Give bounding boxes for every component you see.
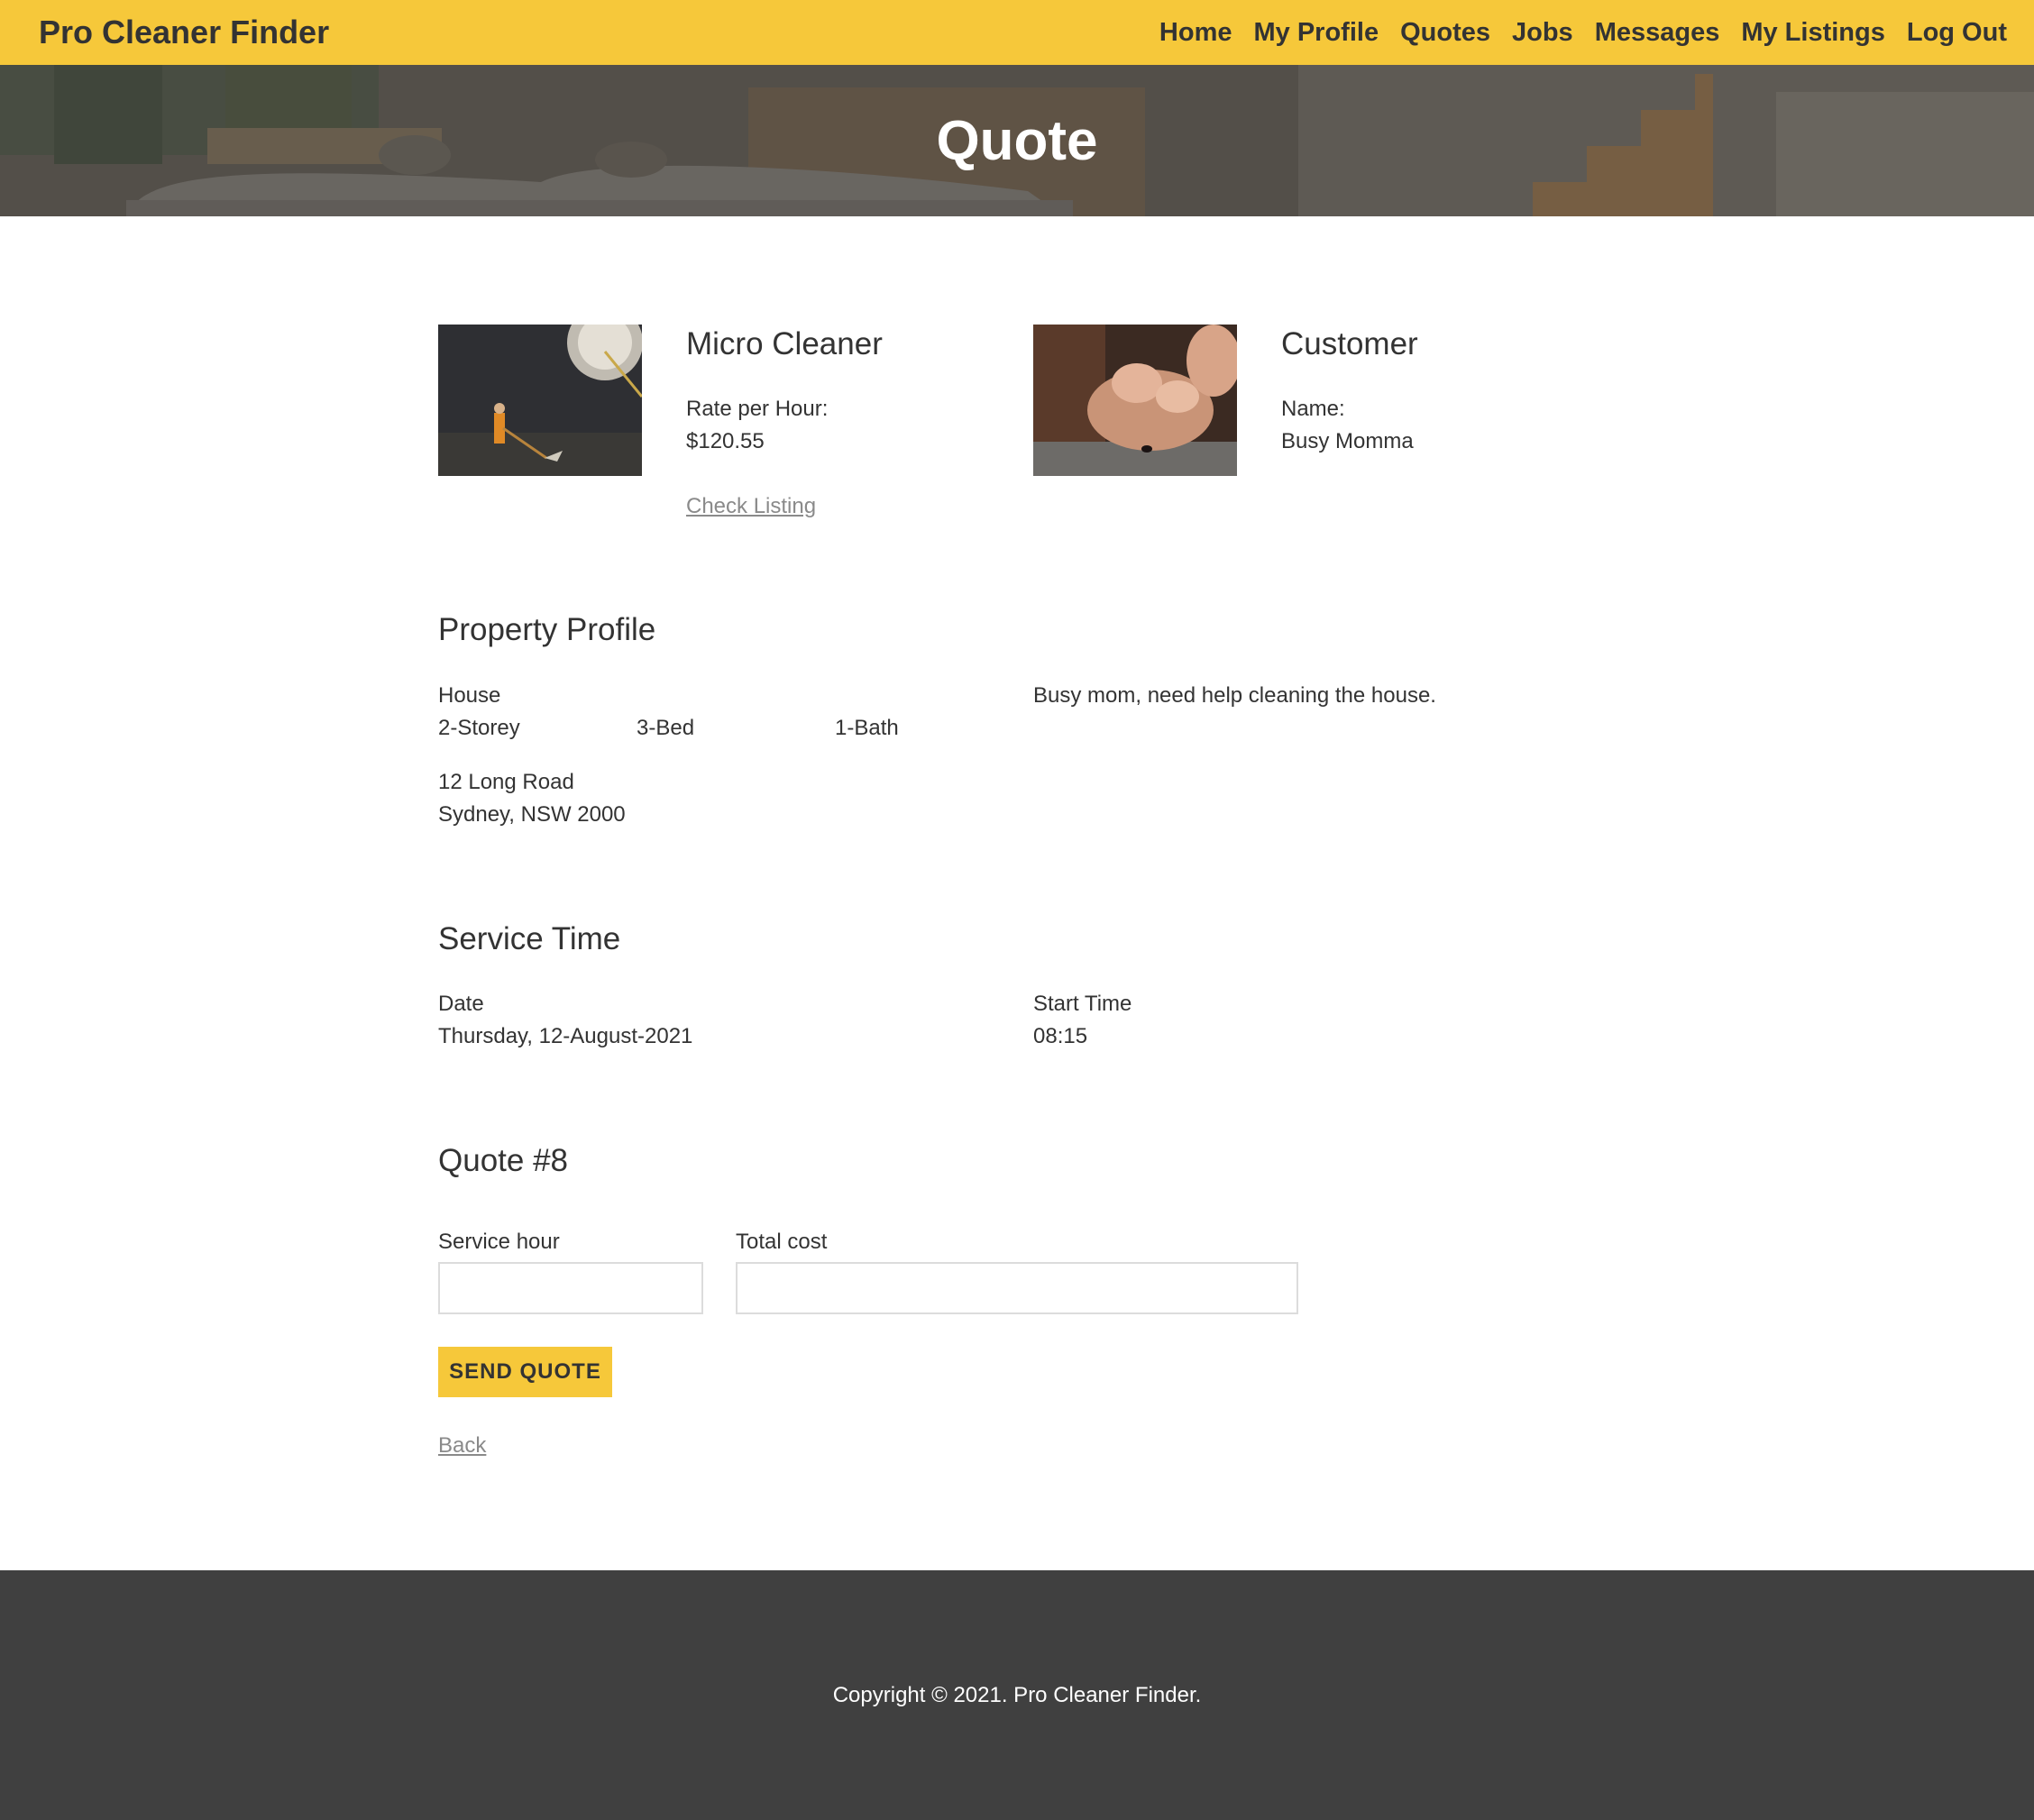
- customer-name-label: Name:: [1281, 397, 1345, 421]
- nav-my-listings[interactable]: My Listings: [1741, 18, 1885, 48]
- nav-quotes[interactable]: Quotes: [1400, 18, 1490, 48]
- baby-feet-image: [1033, 325, 1237, 476]
- brand-logo[interactable]: Pro Cleaner Finder: [39, 14, 329, 51]
- date-value: Thursday, 12-August-2021: [438, 1024, 693, 1048]
- start-time-label: Start Time: [1033, 992, 1132, 1016]
- footer: Copyright © 2021. Pro Cleaner Finder.: [0, 1570, 2034, 1820]
- customer-heading: Customer: [1281, 326, 1418, 361]
- nav-my-profile[interactable]: My Profile: [1254, 18, 1379, 48]
- customer-photo: [1033, 325, 1237, 476]
- service-time-heading: Service Time: [438, 921, 621, 956]
- total-cost-input[interactable]: [736, 1262, 1298, 1314]
- address-line-2: Sydney, NSW 2000: [438, 802, 626, 827]
- rate-label: Rate per Hour:: [686, 397, 829, 421]
- property-storey: 2-Storey: [438, 716, 520, 740]
- nav-log-out[interactable]: Log Out: [1907, 18, 2007, 48]
- customer-name-value: Busy Momma: [1281, 429, 1414, 453]
- total-cost-label: Total cost: [736, 1230, 828, 1254]
- nav-jobs[interactable]: Jobs: [1512, 18, 1573, 48]
- cleaner-photo: [438, 325, 642, 476]
- cleaner-name: Micro Cleaner: [686, 326, 883, 361]
- start-time-value: 08:15: [1033, 1024, 1088, 1048]
- check-listing-link[interactable]: Check Listing: [686, 494, 816, 519]
- nav-menu: Home My Profile Quotes Jobs Messages My …: [1138, 18, 2007, 48]
- property-note: Busy mom, need help cleaning the house.: [1033, 683, 1436, 708]
- property-bed: 3-Bed: [637, 716, 695, 740]
- rate-value: $120.55: [686, 429, 765, 453]
- property-profile-heading: Property Profile: [438, 612, 656, 647]
- date-label: Date: [438, 992, 484, 1016]
- send-quote-button[interactable]: SEND QUOTE: [438, 1347, 612, 1397]
- service-hour-label: Service hour: [438, 1230, 560, 1254]
- top-navbar: Pro Cleaner Finder Home My Profile Quote…: [0, 0, 2034, 65]
- nav-home[interactable]: Home: [1159, 18, 1232, 48]
- dandelion-cleaner-image: [438, 325, 642, 476]
- hero-banner: Quote: [0, 65, 2034, 216]
- back-link[interactable]: Back: [438, 1433, 486, 1459]
- property-type: House: [438, 683, 501, 708]
- copyright-text: Copyright © 2021. Pro Cleaner Finder.: [832, 1682, 1202, 1707]
- page-title: Quote: [936, 109, 1098, 172]
- property-bath: 1-Bath: [835, 716, 899, 740]
- service-hour-input[interactable]: [438, 1262, 703, 1314]
- quote-heading: Quote #8: [438, 1143, 568, 1178]
- address-line-1: 12 Long Road: [438, 770, 574, 794]
- nav-messages[interactable]: Messages: [1595, 18, 1720, 48]
